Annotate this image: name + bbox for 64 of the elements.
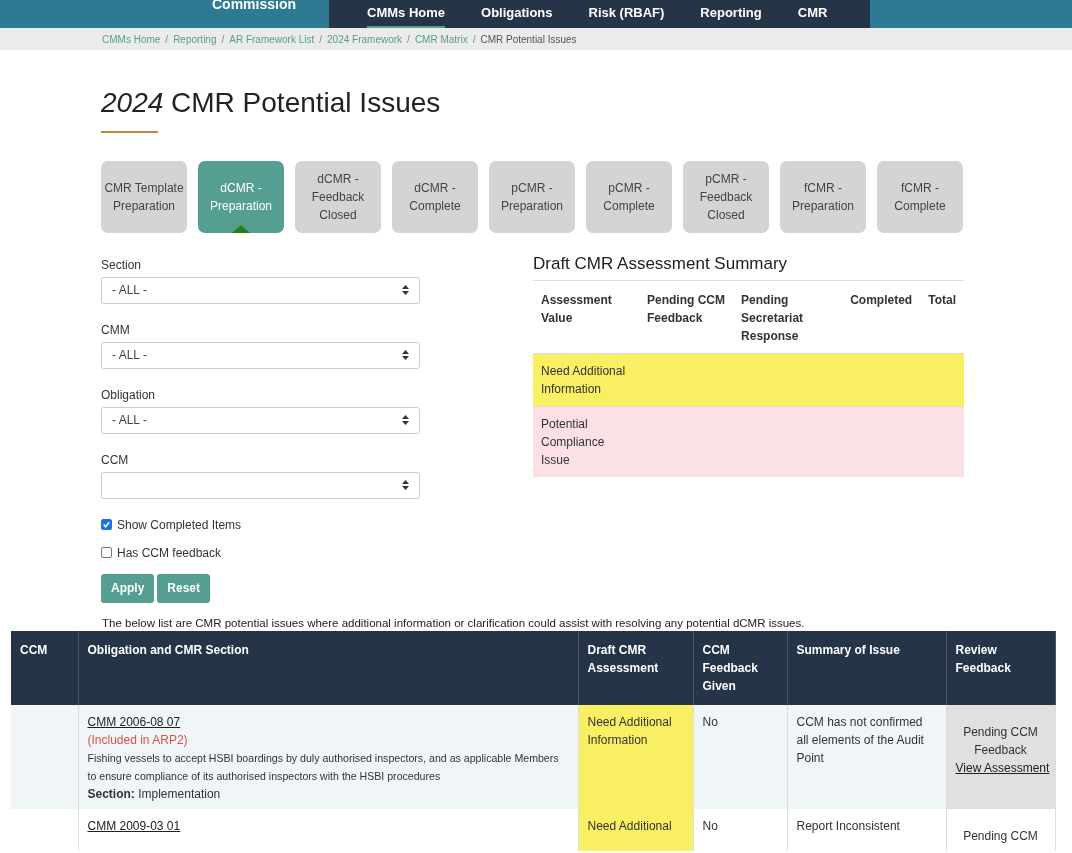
stage-tab[interactable]: pCMR - Feedback Closed <box>683 160 769 233</box>
table-cell: Report Inconsistent <box>787 808 946 851</box>
view-assessment-link[interactable]: View Assessment <box>955 760 1050 775</box>
stage-tab[interactable]: pCMR - Preparation <box>489 160 575 233</box>
column-header: Review Feedback <box>946 630 1055 705</box>
table-cell: Potential Compliance Issue <box>541 416 605 467</box>
column-header: Obligation and CMR Section <box>78 630 578 705</box>
column-header: Assessment Value <box>533 280 639 354</box>
review-status: Pending CCM <box>962 827 1039 845</box>
pointer-icon <box>232 224 250 233</box>
stage-tab[interactable]: fCMR - Preparation <box>780 160 866 233</box>
nav-link[interactable]: Reporting <box>700 0 762 28</box>
column-header: Pending CCM Feedback <box>639 280 734 354</box>
assessment-cell: Need Additional Information <box>578 704 693 809</box>
column-header: Draft CMR Assessment <box>578 630 693 705</box>
filter-label: CCM <box>101 452 130 467</box>
assessment-cell: Need Additional <box>578 808 693 851</box>
filter-dropdown[interactable]: - ALL - <box>101 406 420 434</box>
nav-link[interactable]: Risk (RBAF) <box>588 0 665 28</box>
checkbox-label: Show Completed Items <box>117 517 242 532</box>
obligation-description: Fishing vessels to accept HSBI boardings by duly authorised inspectors, and as applicable Members to ensure compliance of its authorised inspectors with the HSBI procedures <box>87 750 560 784</box>
breadcrumb-separator: / <box>319 33 323 45</box>
checkbox[interactable] <box>101 547 112 559</box>
table-cell: Need Additional Information <box>541 363 626 396</box>
nav-link[interactable]: Obligations <box>481 0 553 28</box>
breadcrumb-separator: / <box>165 33 169 45</box>
sort-arrows-icon <box>402 415 409 426</box>
column-header: CCM Feedback Given <box>693 630 787 705</box>
summary-title: Draft CMR Assessment Summary <box>533 253 964 281</box>
column-header: Total <box>920 280 964 354</box>
cmm-link[interactable]: CMM 2009-03 01 <box>87 818 181 833</box>
breadcrumb-separator: / <box>472 33 476 45</box>
stage-tab[interactable]: dCMR - Complete <box>392 160 478 233</box>
stage-tab[interactable]: dCMR - Feedback Closed <box>295 160 381 233</box>
review-status: Pending CCM Feedback <box>962 723 1039 759</box>
stage-tab[interactable]: pCMR - Complete <box>586 160 672 233</box>
column-header: Pending Secretariat Response <box>733 280 843 354</box>
breadcrumb-current: CMR Potential Issues <box>480 33 577 45</box>
filter-label: CMM <box>101 322 131 337</box>
sort-arrows-icon <box>402 285 409 296</box>
page-title: 2024 CMR Potential Issues <box>101 88 442 119</box>
breadcrumb-separator: / <box>407 33 410 45</box>
checkbox-label: Has CCM feedback <box>117 545 222 560</box>
cmm-link[interactable]: CMM 2006-08 07 <box>87 714 181 729</box>
stage-tab[interactable]: CMR Template Preparation <box>101 160 187 233</box>
checkbox[interactable] <box>101 519 112 531</box>
table-cell: CCM has not confirmed all elements of the Audit Point <box>787 704 946 809</box>
table-cell: No <box>693 704 787 809</box>
sort-arrows-icon <box>402 350 409 361</box>
column-header: Summary of Issue <box>787 630 946 705</box>
intro-text: The below list are CMR potential issues where additional information or clarification could assist with resolving any potential dCMR issues. <box>102 616 806 629</box>
filter-dropdown[interactable]: - ALL - <box>101 276 420 304</box>
breadcrumb-separator: / <box>221 33 225 45</box>
filter-dropdown[interactable]: - ALL - <box>101 341 420 369</box>
section-text: Section: Implementation <box>87 785 222 803</box>
column-header: Completed <box>842 280 921 354</box>
sort-arrows-icon <box>402 480 409 491</box>
filter-label: Obligation <box>101 387 157 402</box>
included-note: (Included in ARP2) <box>87 731 189 749</box>
stage-tab[interactable]: fCMR - Complete <box>877 160 963 233</box>
column-header: CCM <box>11 630 78 705</box>
filter-label: Section <box>101 257 143 272</box>
table-cell: No <box>693 808 787 851</box>
nav-link[interactable]: CMR <box>797 0 828 28</box>
